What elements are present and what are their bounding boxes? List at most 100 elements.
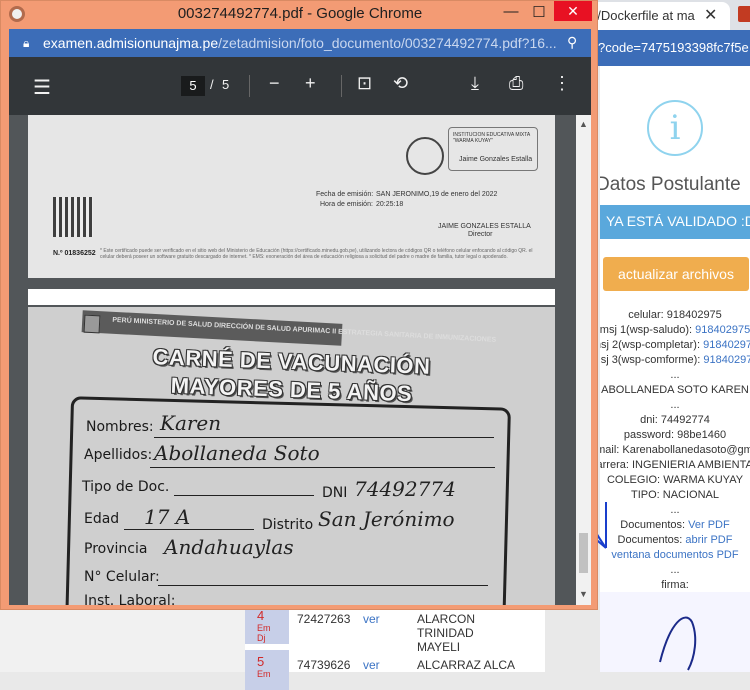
scroll-thumb[interactable] bbox=[579, 533, 588, 573]
dni-line: dni: 74492774 bbox=[640, 414, 710, 426]
row-code: 74739626 bbox=[297, 658, 351, 672]
nombres-value: Karen bbox=[160, 411, 222, 435]
edad-label: Edad bbox=[84, 511, 120, 527]
underline bbox=[174, 495, 314, 496]
underline bbox=[158, 585, 488, 586]
page-separator: / bbox=[210, 77, 214, 92]
msj2-line: msj 2(wsp-completar): 918402975 bbox=[600, 338, 750, 353]
maximize-button[interactable]: ☐ bbox=[525, 3, 553, 21]
minimize-button[interactable]: — bbox=[497, 3, 525, 20]
lock-icon[interactable]: 🔒︎ bbox=[23, 36, 29, 51]
scroll-down-icon[interactable]: ▼ bbox=[579, 589, 588, 599]
view-pdf-link[interactable]: Ver PDF bbox=[688, 519, 730, 531]
stamp-sign-name: Jaime Gonzales Estalla bbox=[459, 156, 533, 163]
page-number-input[interactable]: 5 bbox=[181, 76, 205, 96]
apellidos-value: Abollaneda Soto bbox=[154, 441, 320, 465]
url-path: /zetadmision/foto_documento/003274492774… bbox=[218, 35, 557, 51]
emission-time-label: Hora de emisión: bbox=[320, 201, 373, 208]
background-tab-label: b/Dockerfile at ma bbox=[590, 8, 695, 23]
peru-crest-icon bbox=[83, 314, 101, 334]
separator-dots: ... bbox=[670, 504, 680, 516]
applicant-data-modal: i Datos Postulante YA ESTÁ VALIDADO :D a… bbox=[600, 66, 750, 672]
stamp-text: INSTITUCION EDUCATIVA MIXTA "WARMA KUYAY… bbox=[453, 132, 530, 144]
signer-name: JAIME GONZALES ESTALLA bbox=[438, 223, 531, 230]
close-window-button[interactable]: ✕ bbox=[554, 1, 592, 21]
celular-line: celular: 918402975 bbox=[628, 309, 722, 321]
director-stamp: INSTITUCION EDUCATIVA MIXTA "WARMA KUYAY… bbox=[448, 127, 538, 171]
minsa-header: PERÚ MINISTERIO DE SALUD DIRECCIÓN DE SA… bbox=[81, 310, 496, 346]
qr-code bbox=[53, 197, 93, 237]
pdf-page-certificate: INSTITUCION EDUCATIVA MIXTA "WARMA KUYAY… bbox=[28, 115, 555, 278]
applicant-details: celular: 918402975 msj 1(wsp-saludo): 91… bbox=[600, 308, 750, 593]
signature-image bbox=[600, 592, 750, 672]
update-files-button[interactable]: actualizar archivos bbox=[603, 257, 749, 291]
laboral-label: Inst. Laboral: bbox=[84, 593, 176, 605]
rotate-icon[interactable]: ⟲ bbox=[393, 73, 408, 94]
underline bbox=[150, 467, 495, 468]
background-address-bar[interactable]: ?code=7475193398fc7f5e bbox=[580, 30, 750, 66]
emission-date: SAN JERONIMO,19 de enero del 2022 bbox=[376, 191, 498, 198]
row-number: 4 bbox=[257, 608, 265, 623]
apellidos-label: Apellidos: bbox=[84, 447, 153, 463]
address-bar[interactable]: 🔒︎ examen.admisionunajma.pe/zetadmision/… bbox=[9, 29, 591, 57]
emission-date-label: Fecha de emisión: bbox=[316, 191, 374, 198]
row-view-link[interactable]: ver bbox=[363, 658, 380, 672]
row-badge-em: Em bbox=[257, 623, 271, 633]
password-line: password: 98be1460 bbox=[623, 429, 727, 441]
scroll-up-icon[interactable]: ▲ bbox=[579, 119, 588, 129]
signature-label: firma: bbox=[661, 579, 689, 591]
msj3-line: msj 3(wsp-comforme): 918402975 bbox=[600, 353, 750, 368]
row-number: 5 bbox=[257, 654, 265, 669]
signer-role: Director bbox=[468, 231, 493, 238]
row-name: ALARCON TRINIDAD MAYELI bbox=[417, 612, 476, 654]
underline bbox=[154, 437, 494, 438]
zoom-out-icon[interactable]: − bbox=[269, 73, 280, 94]
open-pdf-link[interactable]: abrir PDF bbox=[685, 534, 732, 546]
background-spacer bbox=[515, 606, 545, 672]
msj3-link[interactable]: 918402975 bbox=[703, 354, 750, 366]
separator-dots: ... bbox=[670, 564, 680, 576]
dni-label: DNI bbox=[322, 485, 348, 501]
zoom-icon[interactable]: ⚲ bbox=[567, 34, 577, 51]
provincia-value: Andahuaylas bbox=[164, 535, 294, 559]
toolbar-divider bbox=[341, 75, 342, 97]
pdf-viewer: ☰ 5 / 5 − + ⊡ ⟲ ⤓ ⎙ ⋮ INSTITUCION EDUCAT… bbox=[9, 57, 591, 605]
table-row: 4 Em Dj 72427263 ver ALARCON TRINIDAD MA… bbox=[245, 604, 515, 654]
new-tab-favicon-icon[interactable] bbox=[738, 6, 750, 22]
docs-line-1: Documentos: Ver PDF bbox=[620, 519, 730, 531]
carrera-line: carrera: INGENIERIA AMBIENTAL bbox=[600, 459, 750, 471]
info-icon: i bbox=[647, 100, 703, 156]
tipo-line: TIPO: NACIONAL bbox=[630, 489, 720, 501]
underline bbox=[124, 529, 254, 530]
window-title-bar[interactable]: 003274492774.pdf - Google Chrome — ☐ ✕ bbox=[1, 1, 599, 27]
pdf-window-link[interactable]: ventana documentos PDF bbox=[611, 549, 738, 561]
row-name: ALCARRAZ ALCA bbox=[417, 658, 516, 672]
more-options-icon[interactable]: ⋮ bbox=[553, 73, 571, 94]
row-view-link[interactable]: ver bbox=[363, 612, 380, 626]
msj1-link[interactable]: 918402975 bbox=[695, 324, 750, 336]
row-badge-dj: Dj bbox=[257, 633, 266, 643]
msj2-link[interactable]: 918402975 bbox=[703, 339, 750, 351]
print-icon[interactable]: ⎙ bbox=[509, 73, 523, 94]
provincia-label: Provincia bbox=[84, 541, 148, 557]
nombres-label: Nombres: bbox=[86, 419, 154, 435]
row-badge-em: Em bbox=[257, 669, 271, 679]
separator-dots: ... bbox=[670, 399, 680, 411]
msj1-line: msj 1(wsp-saludo): 918402975 bbox=[600, 324, 750, 336]
certificate-serial: N.º 01836252 bbox=[53, 250, 96, 257]
school-stamp-icon bbox=[406, 137, 444, 175]
tipo-doc-label: Tipo de Doc. bbox=[82, 479, 170, 495]
total-pages: 5 bbox=[222, 77, 230, 92]
download-icon[interactable]: ⤓ bbox=[471, 73, 479, 94]
row-code: 72427263 bbox=[297, 612, 351, 626]
url-text[interactable]: examen.admisionunajma.pe/zetadmision/fot… bbox=[43, 35, 557, 51]
fit-page-icon[interactable]: ⊡ bbox=[357, 73, 372, 94]
zoom-in-icon[interactable]: + bbox=[305, 73, 316, 94]
background-tab-close-icon[interactable]: ✕ bbox=[704, 5, 717, 25]
pdf-popup-window: 003274492774.pdf - Google Chrome — ☐ ✕ 🔒… bbox=[0, 0, 598, 610]
vertical-scrollbar[interactable]: ▲ ▼ bbox=[576, 115, 591, 605]
menu-icon[interactable]: ☰ bbox=[33, 75, 51, 100]
table-row: 5 Em 74739626 ver ALCARRAZ ALCA bbox=[245, 650, 515, 690]
full-name: ABOLLANEDA SOTO KAREN bbox=[601, 384, 749, 396]
edad-value: 17 A bbox=[144, 505, 191, 529]
